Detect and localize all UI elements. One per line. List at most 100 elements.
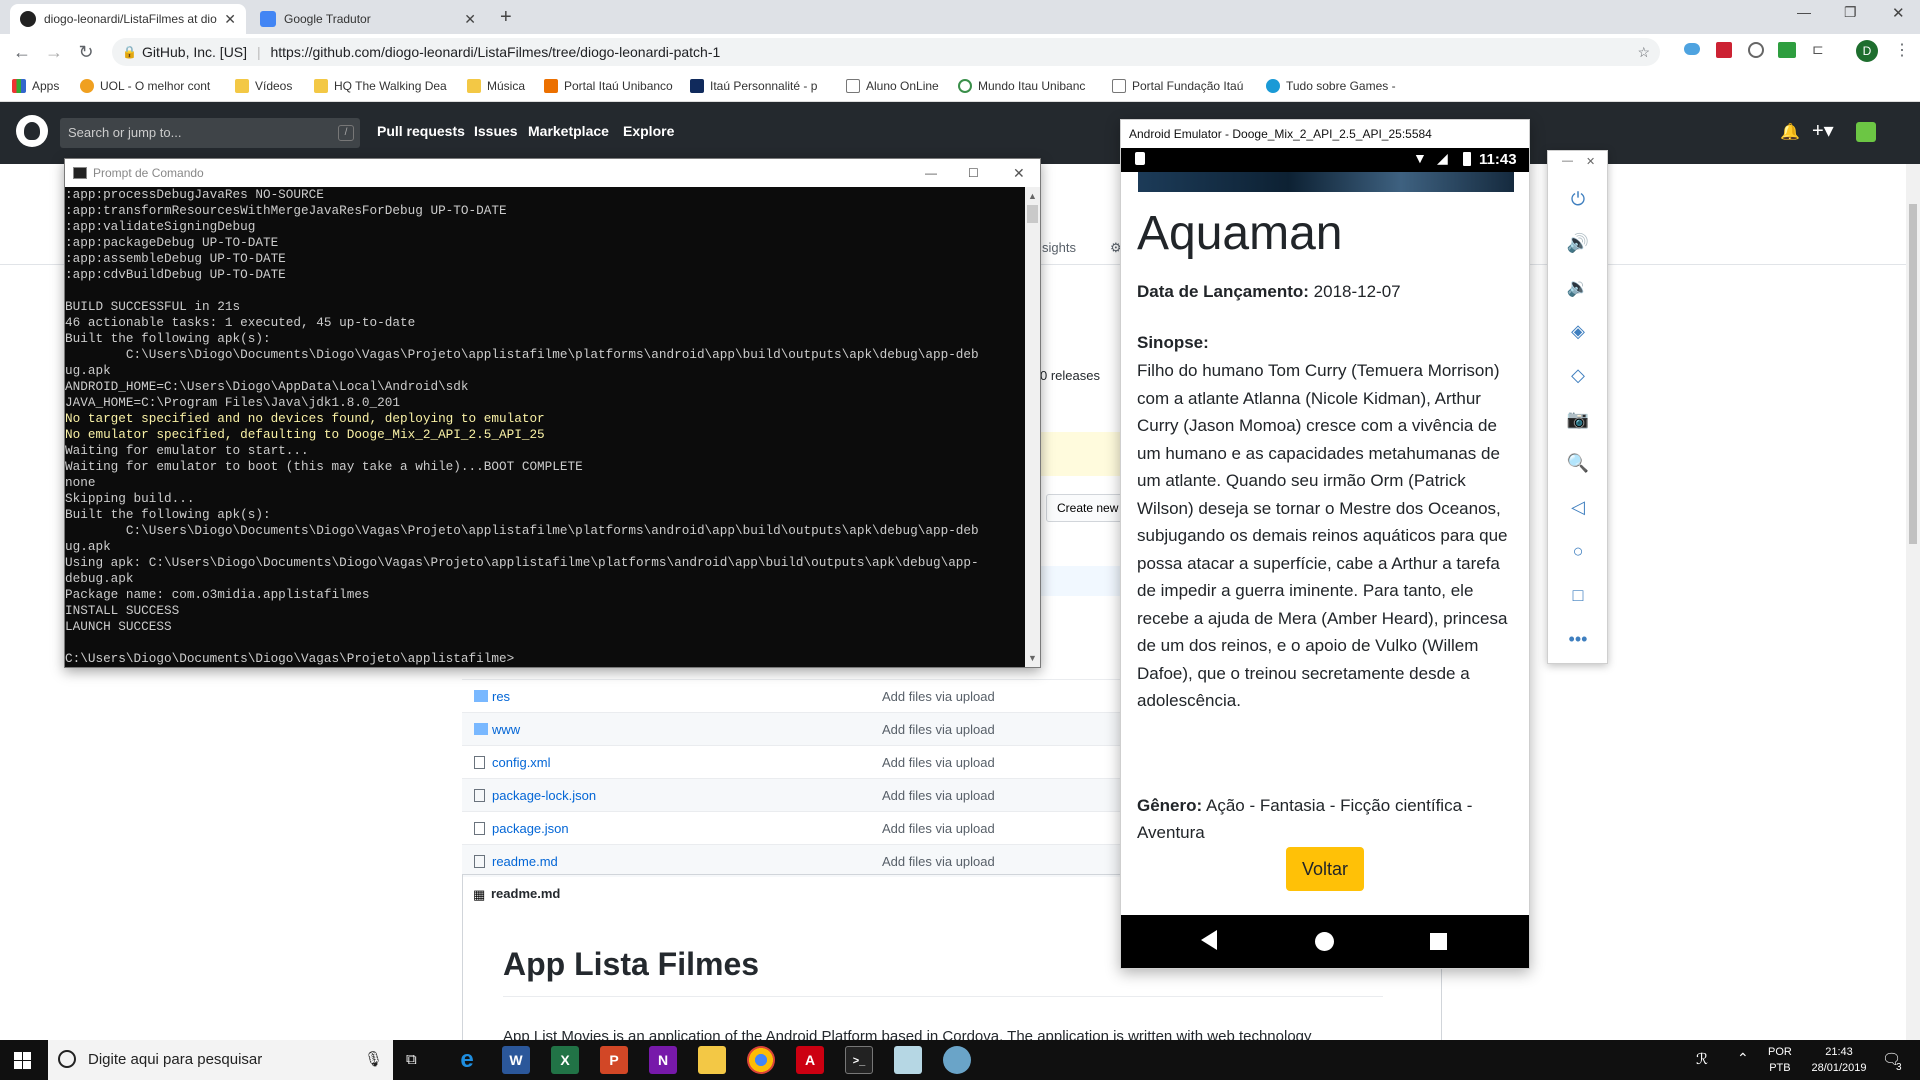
camera-icon[interactable]: 📷 bbox=[1566, 407, 1590, 431]
volume-up-icon[interactable]: 🔊 bbox=[1566, 231, 1590, 255]
overview-icon[interactable]: □ bbox=[1566, 583, 1590, 607]
android-back-icon[interactable] bbox=[1201, 930, 1217, 950]
bookmark-tudo-sobre-games[interactable]: Tudo sobre Games - bbox=[1266, 76, 1396, 96]
extension-puzzle-icon[interactable]: ⊏ bbox=[1812, 41, 1824, 58]
commit-message-link[interactable]: Add files via upload bbox=[882, 854, 995, 869]
taskbar-search-input[interactable]: Digite aqui para pesquisar 🎙 bbox=[48, 1040, 393, 1080]
people-icon[interactable]: ℛ bbox=[1696, 1050, 1708, 1068]
create-new-plus-icon[interactable]: +▾ bbox=[1812, 118, 1834, 143]
github-search-input[interactable]: Search or jump to... / bbox=[60, 118, 360, 148]
commit-message-link[interactable]: Add files via upload bbox=[882, 821, 995, 836]
more-icon[interactable]: ••• bbox=[1566, 627, 1590, 651]
menu-kebab-icon[interactable]: ⋮ bbox=[1894, 40, 1910, 60]
tab-google-translate[interactable]: Google Tradutor ✕ bbox=[250, 4, 486, 34]
create-new-file-button[interactable]: Create new bbox=[1046, 494, 1126, 522]
chrome-icon[interactable] bbox=[747, 1046, 775, 1074]
onenote-icon[interactable]: N bbox=[649, 1046, 677, 1074]
android-home-icon[interactable] bbox=[1315, 932, 1334, 951]
close-tab-icon[interactable]: ✕ bbox=[464, 11, 476, 28]
file-name-link[interactable]: package-lock.json bbox=[492, 788, 596, 803]
cmd-maximize-icon[interactable]: ☐ bbox=[968, 159, 979, 187]
android-recents-icon[interactable] bbox=[1430, 933, 1447, 950]
cmd-scrollbar[interactable]: ▲ ▼ bbox=[1025, 187, 1040, 667]
bookmark-mundo-itau[interactable]: Mundo Itau Unibanc bbox=[958, 76, 1085, 96]
extension-green-icon[interactable] bbox=[1778, 42, 1796, 58]
bookmark-aluno-online[interactable]: Aluno OnLine bbox=[846, 76, 939, 96]
nav-pull-requests[interactable]: Pull requests bbox=[377, 123, 465, 139]
rotate-right-icon[interactable]: ◇ bbox=[1566, 363, 1590, 387]
file-name-link[interactable]: www bbox=[492, 722, 520, 737]
cmd-minimize-icon[interactable]: — bbox=[925, 159, 937, 187]
user-avatar[interactable] bbox=[1856, 122, 1876, 142]
panel-close-icon[interactable]: ✕ bbox=[1586, 155, 1595, 168]
file-name-link[interactable]: package.json bbox=[492, 821, 569, 836]
bookmark-itau-personnalite[interactable]: Itaú Personnalité - p bbox=[690, 76, 817, 96]
edge-icon[interactable]: e bbox=[453, 1046, 481, 1074]
bookmark-star-icon[interactable]: ☆ bbox=[1637, 38, 1650, 66]
volume-down-icon[interactable]: 🔉 bbox=[1566, 275, 1590, 299]
rotate-left-icon[interactable]: ◈ bbox=[1566, 319, 1590, 343]
pdf-extension-icon[interactable] bbox=[1716, 42, 1732, 58]
new-tab-icon[interactable]: + bbox=[500, 6, 512, 29]
releases-count[interactable]: 0 releases bbox=[1040, 368, 1100, 383]
console-line: BUILD SUCCESSFUL in 21s bbox=[65, 299, 241, 314]
home-icon[interactable]: ○ bbox=[1566, 539, 1590, 563]
minimize-window-icon[interactable]: — bbox=[1797, 4, 1811, 20]
windows-start-icon[interactable] bbox=[14, 1052, 31, 1069]
nav-issues[interactable]: Issues bbox=[474, 123, 518, 139]
cmd-console-output[interactable]: :app:processDebugJavaRes NO-SOURCE:app:t… bbox=[65, 187, 1025, 667]
forward-arrow-icon[interactable]: → bbox=[42, 40, 66, 64]
back-icon[interactable]: ◁ bbox=[1566, 495, 1590, 519]
profile-avatar[interactable]: D bbox=[1856, 40, 1878, 62]
power-icon[interactable]: ⏻ bbox=[1566, 187, 1590, 211]
bookmark-musica[interactable]: Música bbox=[467, 76, 525, 96]
android-studio-icon[interactable] bbox=[943, 1046, 971, 1074]
cmd-taskbar-icon[interactable]: >_ bbox=[845, 1046, 873, 1074]
page-scrollbar[interactable] bbox=[1906, 164, 1920, 1040]
close-window-icon[interactable]: ✕ bbox=[1892, 4, 1905, 22]
microphone-icon[interactable]: 🎙 bbox=[364, 1040, 383, 1080]
emulator-taskbar-icon[interactable] bbox=[894, 1046, 922, 1074]
tab-github[interactable]: diogo-leonardi/ListaFilmes at dio ✕ bbox=[10, 4, 246, 34]
commit-message-link[interactable]: Add files via upload bbox=[882, 722, 995, 737]
task-view-icon[interactable]: ⧉ bbox=[406, 1051, 417, 1068]
bookmark-uol[interactable]: UOL - O melhor cont bbox=[80, 76, 210, 96]
github-logo-icon[interactable] bbox=[16, 115, 48, 147]
bookmark-fundacao-itau[interactable]: Portal Fundação Itaú bbox=[1112, 76, 1243, 96]
file-name-link[interactable]: readme.md bbox=[492, 854, 558, 869]
acrobat-icon[interactable]: A bbox=[796, 1046, 824, 1074]
close-tab-icon[interactable]: ✕ bbox=[224, 11, 236, 28]
extension-icon[interactable] bbox=[1748, 42, 1764, 58]
address-bar[interactable]: 🔒 GitHub, Inc. [US] | https://github.com… bbox=[112, 38, 1660, 66]
tab-insights[interactable]: sights bbox=[1042, 240, 1076, 255]
bookmark-portal-itau[interactable]: Portal Itaú Unibanco bbox=[544, 76, 673, 96]
nav-explore[interactable]: Explore bbox=[623, 123, 674, 139]
taskbar-clock[interactable]: 21:43 28/01/2019 bbox=[1800, 1044, 1878, 1076]
zoom-icon[interactable]: 🔍 bbox=[1566, 451, 1590, 475]
restore-window-icon[interactable]: ❐ bbox=[1844, 4, 1857, 21]
cmd-titlebar[interactable]: Prompt de Comando — ☐ ✕ bbox=[65, 159, 1040, 187]
onedrive-extension-icon[interactable] bbox=[1684, 43, 1700, 55]
commit-message-link[interactable]: Add files via upload bbox=[882, 788, 995, 803]
reload-icon[interactable]: ↻ bbox=[74, 40, 98, 64]
panel-minimize-icon[interactable]: — bbox=[1562, 155, 1573, 167]
commit-message-link[interactable]: Add files via upload bbox=[882, 689, 995, 704]
emulator-title[interactable]: Android Emulator - Dooge_Mix_2_API_2.5_A… bbox=[1121, 120, 1529, 148]
bookmark-videos[interactable]: Vídeos bbox=[235, 76, 292, 96]
nav-marketplace[interactable]: Marketplace bbox=[528, 123, 609, 139]
notifications-bell-icon[interactable]: 🔔 bbox=[1780, 122, 1800, 142]
language-indicator[interactable]: POR PTB bbox=[1768, 1044, 1792, 1076]
powerpoint-icon[interactable]: P bbox=[600, 1046, 628, 1074]
file-name-link[interactable]: config.xml bbox=[492, 755, 551, 770]
back-arrow-icon[interactable]: ← bbox=[10, 40, 34, 64]
show-hidden-icons-chevron-icon[interactable]: ⌃ bbox=[1737, 1050, 1749, 1067]
voltar-button[interactable]: Voltar bbox=[1286, 847, 1364, 891]
commit-message-link[interactable]: Add files via upload bbox=[882, 755, 995, 770]
cmd-close-icon[interactable]: ✕ bbox=[1013, 159, 1025, 187]
bookmark-apps[interactable]: Apps bbox=[12, 76, 59, 96]
bookmark-hq-walking-dead[interactable]: HQ The Walking Dea bbox=[314, 76, 447, 96]
file-explorer-icon[interactable] bbox=[698, 1046, 726, 1074]
excel-icon[interactable]: X bbox=[551, 1046, 579, 1074]
word-icon[interactable]: W bbox=[502, 1046, 530, 1074]
file-name-link[interactable]: res bbox=[492, 689, 510, 704]
